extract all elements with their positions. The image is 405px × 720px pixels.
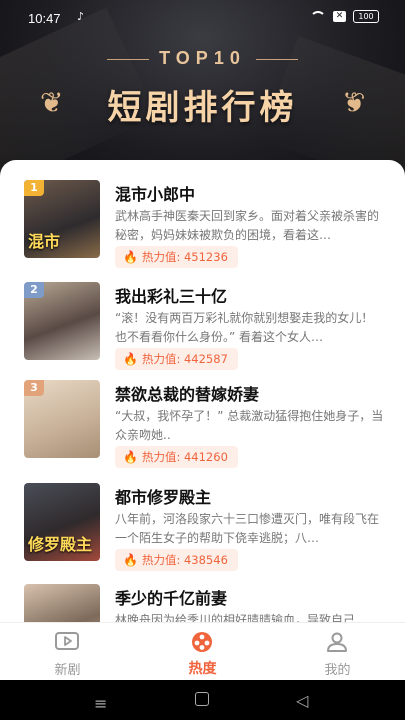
ranking-list[interactable]: 1 混市 混市小郎中 武林高手神医秦天回到家乡。面对着父亲被杀害的秘密，妈妈妹妹… — [0, 160, 405, 622]
heat-badge: 🔥 热力值: 438546 — [115, 549, 238, 571]
tab-hot[interactable]: 热度 — [135, 623, 270, 681]
item-title[interactable]: 混市小郎中 — [115, 181, 195, 205]
item-title[interactable]: 季少的千亿前妻 — [115, 585, 227, 609]
header-banner: 10:47 ♪ ✕ 100 TOP10 ❦ 短剧排行榜 ❦ — [0, 0, 405, 185]
item-description: “滚！没有两百万彩礼就你就别想娶走我的女儿！也不看看你什么身份。” 看着这个女人… — [115, 311, 374, 344]
tab-new[interactable]: 新剧 — [0, 623, 135, 681]
flame-icon: 🔥 — [123, 553, 138, 567]
item-description: 林晚舟因为给季川的相好晴晴输血，导致自己… — [115, 613, 368, 622]
cover-image[interactable]: 1 混市 — [24, 180, 100, 258]
item-title[interactable]: 都市修罗殿主 — [115, 484, 211, 508]
list-item[interactable]: 季少的千亿前妻 林晚舟因为给季川的相好晴晴输血，导致自己… — [0, 584, 405, 622]
film-reel-icon — [192, 632, 212, 652]
wifi-icon — [310, 10, 326, 23]
rank-badge: 3 — [24, 380, 44, 396]
item-description: “大叔，我怀孕了！” 总裁激动猛得抱住她身子，当众亲吻她.. — [115, 409, 384, 442]
list-item[interactable]: 2 我出彩礼三十亿 “滚！没有两百万彩礼就你就别想娶走我的女儿！也不看看你什么身… — [0, 282, 405, 382]
item-title[interactable]: 我出彩礼三十亿 — [115, 283, 227, 307]
cover-image[interactable] — [24, 584, 100, 622]
tab-me[interactable]: 我的 — [270, 623, 405, 681]
cover-image[interactable]: 修罗殿主 — [24, 483, 100, 561]
rank-badge: 2 — [24, 282, 44, 298]
play-screen-icon — [55, 632, 79, 650]
tiktok-icon: ♪ — [77, 10, 85, 23]
sim-icon: ✕ — [333, 11, 346, 22]
rank-badge: 1 — [24, 180, 44, 196]
cover-caption: 混市 — [28, 232, 61, 251]
tab-label: 新剧 — [54, 663, 81, 678]
user-icon — [327, 632, 347, 652]
status-time: 10:47 — [28, 11, 61, 26]
tab-label: 热度 — [188, 661, 217, 677]
item-description: 八年前，河洛段家六十三口惨遭灭门，唯有段飞在一个陌生女子的帮助下侥幸逃脱；八… — [115, 512, 380, 545]
flame-icon: 🔥 — [123, 450, 138, 464]
cover-caption: 修罗殿主 — [28, 535, 93, 554]
heat-badge: 🔥 热力值: 451236 — [115, 246, 238, 268]
list-item[interactable]: 修罗殿主 都市修罗殿主 八年前，河洛段家六十三口惨遭灭门，唯有段飞在一个陌生女子… — [0, 483, 405, 583]
item-description: 武林高手神医秦天回到家乡。面对着父亲被杀害的秘密，妈妈妹妹被欺负的困境，看着这… — [115, 209, 380, 242]
status-bar: 10:47 ♪ ✕ 100 — [0, 0, 405, 36]
system-nav-bar: ≡ ◁ — [0, 680, 405, 720]
list-item[interactable]: 3 禁欲总裁的替嫁娇妻 “大叔，我怀孕了！” 总裁激动猛得抱住她身子，当众亲吻她… — [0, 380, 405, 480]
flame-icon: 🔥 — [123, 352, 138, 366]
battery-icon: 100 — [353, 10, 379, 23]
menu-icon[interactable]: ≡ — [94, 694, 107, 713]
flame-icon: 🔥 — [123, 250, 138, 264]
heat-badge: 🔥 热力值: 441260 — [115, 446, 238, 468]
back-icon[interactable]: ◁ — [296, 691, 308, 710]
tab-label: 我的 — [324, 663, 351, 678]
list-item[interactable]: 1 混市 混市小郎中 武林高手神医秦天回到家乡。面对着父亲被杀害的秘密，妈妈妹妹… — [0, 180, 405, 280]
item-title[interactable]: 禁欲总裁的替嫁娇妻 — [115, 381, 259, 405]
laurel-right-icon: ❦ — [341, 86, 365, 119]
top10-label: TOP10 — [0, 48, 405, 69]
bottom-tab-bar: 新剧 热度 我的 — [0, 622, 405, 681]
cover-image[interactable]: 3 — [24, 380, 100, 458]
cover-image[interactable]: 2 — [24, 282, 100, 360]
heat-badge: 🔥 热力值: 442587 — [115, 348, 238, 370]
home-icon[interactable] — [195, 692, 209, 706]
